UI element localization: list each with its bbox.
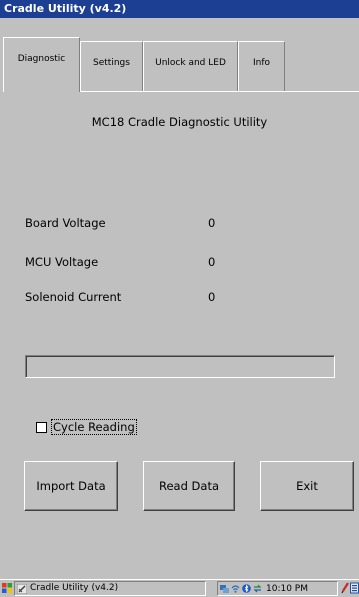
cycle-reading-label[interactable]: Cycle Reading	[51, 419, 137, 435]
exit-label: Exit	[296, 479, 318, 493]
exit-button[interactable]: Exit	[260, 461, 354, 511]
network-icon[interactable]	[220, 584, 229, 593]
taskbar-item-cradle-utility[interactable]: Cradle Utility (v4.2)	[14, 581, 206, 596]
tab-info-label: Info	[252, 57, 271, 68]
tab-info[interactable]: Info	[238, 41, 285, 91]
import-data-label: Import Data	[36, 479, 106, 493]
keyboard-icon[interactable]	[350, 582, 359, 594]
windows-start-icon[interactable]	[1, 581, 13, 595]
tab-settings[interactable]: Settings	[80, 41, 143, 91]
cycle-reading-checkbox[interactable]	[36, 421, 47, 433]
cycle-reading-checkbox-group[interactable]: Cycle Reading	[36, 419, 137, 435]
mcu-voltage-label: MCU Voltage	[25, 255, 99, 269]
import-data-button[interactable]: Import Data	[24, 461, 118, 511]
read-data-label: Read Data	[158, 479, 219, 493]
connection-arrows-icon[interactable]	[253, 584, 262, 593]
tab-unlock-and-led[interactable]: Unlock and LED	[143, 41, 238, 91]
window-title-bar: Cradle Utility (v4.2)	[0, 0, 359, 18]
read-data-button[interactable]: Read Data	[143, 461, 235, 511]
utility-title: MC18 Cradle Diagnostic Utility	[91, 115, 268, 129]
board-voltage-label: Board Voltage	[25, 216, 106, 230]
taskbar-item-label: Cradle Utility (v4.2)	[30, 583, 119, 593]
system-tray: 10:10 PM	[217, 581, 338, 596]
solenoid-current-value: 0	[208, 290, 216, 304]
tab-strip: Diagnostic Settings Unlock and LED Info	[0, 18, 359, 92]
pen-icon[interactable]	[341, 582, 349, 594]
tab-unlock-and-led-label: Unlock and LED	[155, 57, 226, 68]
bluetooth-icon[interactable]	[242, 584, 251, 593]
tab-diagnostic[interactable]: Diagnostic	[3, 37, 80, 92]
tab-strip-border	[80, 91, 359, 92]
tab-diagnostic-label: Diagnostic	[17, 54, 66, 64]
clock[interactable]: 10:10 PM	[266, 584, 308, 594]
application-icon	[17, 583, 27, 594]
tab-settings-label: Settings	[93, 57, 130, 68]
window-title: Cradle Utility (v4.2)	[4, 2, 127, 15]
taskbar: Cradle Utility (v4.2) 10:10 PM	[0, 579, 359, 597]
wifi-icon[interactable]	[231, 584, 240, 593]
solenoid-current-label: Solenoid Current	[25, 290, 122, 304]
mcu-voltage-value: 0	[208, 255, 216, 269]
board-voltage-value: 0	[208, 216, 216, 230]
progress-bar	[25, 355, 335, 378]
